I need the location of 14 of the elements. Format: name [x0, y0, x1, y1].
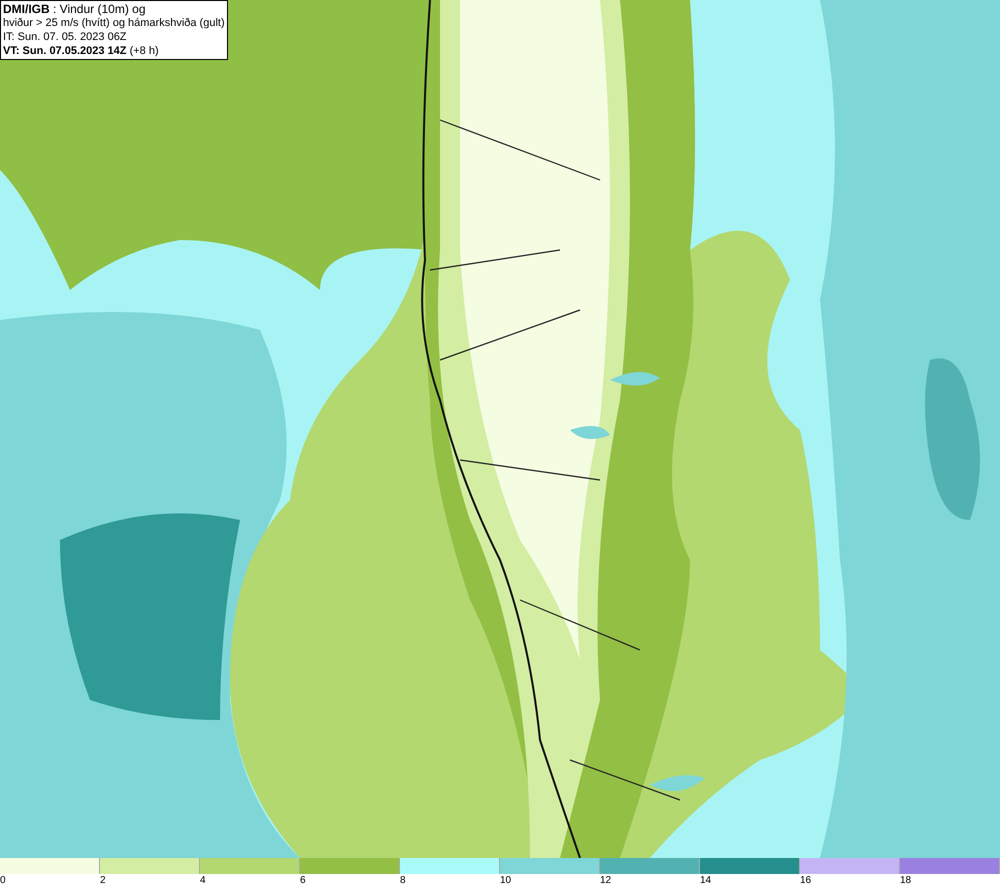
legend-label: 6: [300, 874, 306, 887]
info-line: IT: Sun. 07. 05. 2023 06Z: [3, 30, 128, 44]
legend-label: 8: [400, 874, 406, 887]
legend-label: 12: [600, 874, 612, 887]
info-line: VT: Sun. 07.05.2023 14Z (+8 h): [3, 44, 160, 58]
legend-label: 14: [700, 874, 712, 887]
legend-label: 18: [900, 874, 912, 887]
legend-label: 4: [200, 874, 206, 887]
legend-label: 2: [100, 874, 106, 887]
legend-label: 10: [500, 874, 512, 887]
info-line: hviður > 25 m/s (hvítt) og hámarkshviða (gult): [3, 16, 225, 30]
legend-label: 16: [800, 874, 812, 887]
info-line: DMI/IGB : Vindur (10m) og: [3, 2, 146, 16]
legend-label: 0: [0, 874, 6, 887]
